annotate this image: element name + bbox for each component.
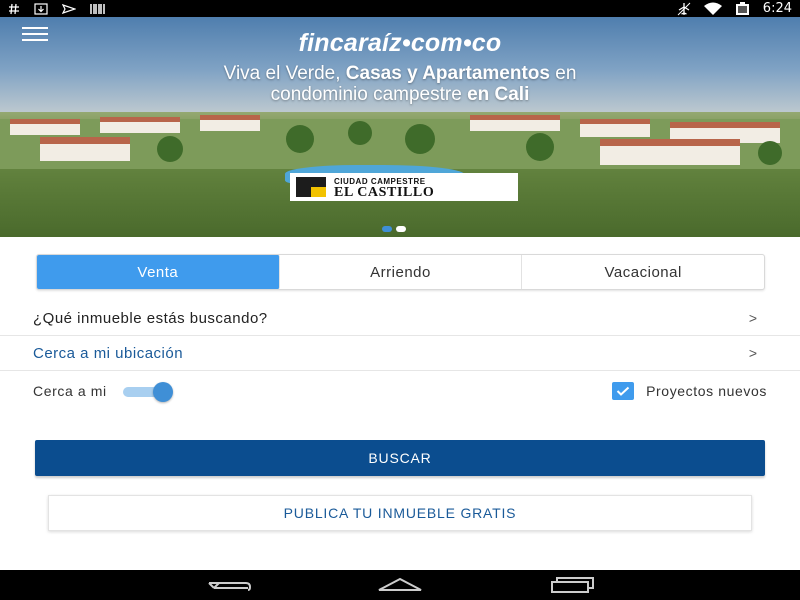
- new-projects-option[interactable]: Proyectos nuevos: [612, 382, 767, 400]
- tab-venta[interactable]: Venta: [37, 255, 280, 289]
- home-icon[interactable]: [375, 575, 425, 595]
- headline-line-2: condominio campestre en Cali: [0, 84, 800, 105]
- headline-text: condominio campestre: [270, 84, 468, 105]
- near-me-label: Cerca a mi: [33, 383, 107, 399]
- banner-headline: Viva el Verde, Casas y Apartamentos en c…: [0, 63, 800, 105]
- property-type-selector[interactable]: ¿Qué inmueble estás buscando? >: [0, 301, 800, 336]
- headline-bold-text: en Cali: [467, 84, 530, 105]
- hashtag-icon: [8, 2, 20, 16]
- location-selector[interactable]: Cerca a mi ubicación >: [0, 336, 800, 371]
- status-right-icons: 6:24: [677, 1, 792, 16]
- carousel-indicators: [382, 226, 406, 232]
- listing-type-tabs: Venta Arriendo Vacacional: [36, 254, 765, 290]
- toggle-thumb: [152, 382, 173, 402]
- brand-logo: fincaraíz•com•co: [298, 29, 502, 57]
- property-type-label: ¿Qué inmueble estás buscando?: [33, 309, 268, 327]
- sponsor-logo-icon: [296, 177, 326, 197]
- sponsor-logo-box: Ciudad Campestre EL CASTILLO: [290, 173, 518, 201]
- new-projects-label: Proyectos nuevos: [646, 383, 767, 399]
- headline-text: Viva el Verde,: [223, 63, 346, 84]
- send-icon: [62, 2, 76, 16]
- recents-icon[interactable]: [548, 575, 596, 595]
- carousel-dot-active[interactable]: [382, 226, 392, 232]
- headline-text: en: [549, 63, 577, 84]
- hero-houses-illustration: [0, 115, 800, 169]
- battery-icon: [735, 1, 751, 16]
- headline-bold-text: Casas y Apartamentos: [345, 63, 550, 84]
- new-projects-checkbox[interactable]: [612, 382, 635, 400]
- status-bar: 6:24: [0, 0, 800, 17]
- sponsor-name: EL CASTILLO: [334, 185, 435, 200]
- publish-property-button[interactable]: PUBLICA TU INMUEBLE GRATIS: [48, 495, 752, 531]
- chevron-right-icon: >: [748, 310, 757, 326]
- sponsor-text: Ciudad Campestre EL CASTILLO: [334, 176, 435, 200]
- search-button[interactable]: BUSCAR: [35, 440, 765, 476]
- download-icon: [34, 2, 48, 16]
- search-options: Cerca a mi Proyectos nuevos: [0, 376, 800, 406]
- status-time: 6:24: [762, 1, 792, 16]
- wifi-icon: [703, 2, 723, 16]
- system-navigation-bar: [0, 570, 800, 600]
- checkmark-icon: [616, 386, 630, 396]
- barcode-icon: [90, 2, 106, 16]
- chevron-right-icon: >: [748, 345, 757, 361]
- near-me-toggle[interactable]: [122, 382, 173, 402]
- airplane-icon: [677, 2, 691, 16]
- back-icon[interactable]: [205, 575, 253, 595]
- hero-banner[interactable]: fincaraíz•com•co Viva el Verde, Casas y …: [0, 17, 800, 237]
- status-left-icons: [8, 2, 106, 16]
- carousel-dot[interactable]: [396, 226, 406, 232]
- tab-arriendo[interactable]: Arriendo: [280, 255, 523, 289]
- headline-line-1: Viva el Verde, Casas y Apartamentos en: [0, 63, 800, 84]
- tab-vacacional[interactable]: Vacacional: [522, 255, 764, 289]
- location-label: Cerca a mi ubicación: [33, 344, 184, 362]
